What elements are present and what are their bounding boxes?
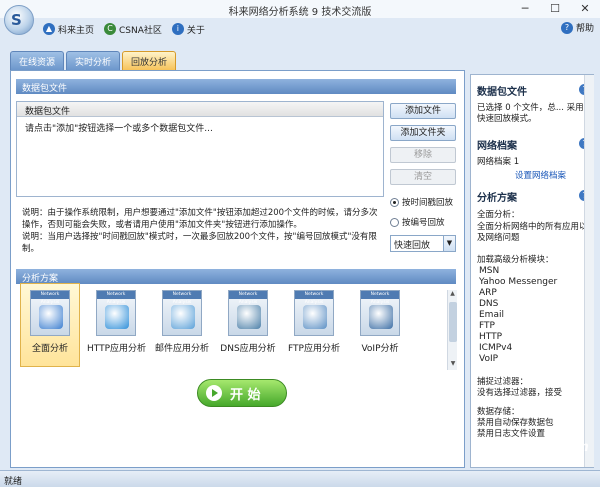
colasoft-home-icon: ▲ xyxy=(43,23,55,35)
scheme-label: 邮件应用分析 xyxy=(154,344,209,354)
magnifier-icon: Network Analysis xyxy=(30,290,70,336)
summary-files-text: 已选择 0 个文件，总... 采用快速回放模式。 xyxy=(477,103,584,124)
summary-modules-title: 加载高级分析模块： xyxy=(477,255,554,265)
file-list-column-header[interactable]: 数据包文件 xyxy=(17,102,383,117)
radio-label: 按编号回放 xyxy=(402,218,445,228)
close-button[interactable]: ✕ xyxy=(570,0,600,18)
summary-profile-text: 网络档案 1 xyxy=(477,157,520,167)
scheme-label: FTP应用分析 xyxy=(288,344,340,354)
scroll-down-icon[interactable]: ▼ xyxy=(448,360,458,370)
start-button[interactable]: 开 始 xyxy=(197,379,287,407)
watermark-logo: X 510.com xyxy=(512,440,589,455)
list-item: ARP xyxy=(479,288,497,298)
tab-realtime-analysis[interactable]: 实时分析 xyxy=(66,51,121,70)
menu-item-home[interactable]: ▲ 科来主页 xyxy=(40,23,97,36)
list-item: DNS xyxy=(479,299,499,309)
menu-item-community[interactable]: C CSNA社区 xyxy=(101,23,165,36)
remove-button[interactable]: 移除 xyxy=(390,147,456,163)
analysis-schemes-section-header: 分析方案 xyxy=(16,269,456,284)
summary-storage-text1: 禁用自动保存数据包 xyxy=(477,418,554,428)
scheme-scrollbar[interactable]: ▲ ▼ xyxy=(447,290,457,370)
list-item: FTP xyxy=(479,321,495,331)
title-bar: 科来网络分析系统 9 技术交流版 ─ ☐ ✕ xyxy=(0,0,600,18)
menu-bar: ▲ 科来主页 C CSNA社区 i 关于 xyxy=(40,20,208,38)
packet-files-section-header: 数据包文件 xyxy=(16,79,456,94)
list-item: Email xyxy=(479,310,504,320)
headset-icon: Network Analysis xyxy=(360,290,400,336)
note-playback-limit: 说明：当用户选择按"时间戳回放"模式时，一次最多回放200个文件，按"编号回放模… xyxy=(22,232,377,254)
chevron-down-icon[interactable]: ▼ xyxy=(443,236,455,251)
scheme-label: VoIP分析 xyxy=(361,344,399,354)
minimize-button[interactable]: ─ xyxy=(510,0,540,18)
scheme-label: DNS应用分析 xyxy=(220,344,276,354)
menu-item-label: 科来主页 xyxy=(58,25,95,36)
scheme-dns-analysis[interactable]: Network Analysis DNS应用分析 xyxy=(218,283,278,367)
packet-file-list[interactable]: 数据包文件 请点击"添加"按钮选择一个或多个数据包文件... xyxy=(16,101,384,197)
status-bar: 就绪 xyxy=(0,470,600,487)
summary-scheme-desc: 全面分析网络中的所有应用以及网络问题 xyxy=(477,222,588,243)
summary-filter-text: 没有选择过滤器，接受 xyxy=(477,388,563,398)
summary-storage-text2: 禁用日志文件设置 xyxy=(477,429,546,439)
scheme-full-analysis[interactable]: Network Analysis 全面分析 xyxy=(20,283,80,367)
scheme-label: HTTP应用分析 xyxy=(87,344,147,354)
analysis-scheme-list: Network Analysis 全面分析 Network Analysis H… xyxy=(16,283,446,373)
status-text: 就绪 xyxy=(4,477,23,487)
radio-selected-icon xyxy=(390,197,399,207)
mail-icon: Network Analysis xyxy=(162,290,202,336)
scheme-voip-analysis[interactable]: Network Analysis VoIP分析 xyxy=(350,283,410,367)
list-item: VoIP xyxy=(479,354,499,364)
summary-panel: 数据包文件 ? 已选择 0 个文件，总... 采用快速回放模式。 网络档案 ? … xyxy=(470,74,594,468)
scheme-label: 全面分析 xyxy=(31,344,68,354)
summary-storage-title: 数据存储： xyxy=(477,407,520,417)
main-tabs: 在线资源 实时分析 回放分析 xyxy=(10,51,177,70)
summary-profile-title: 网络档案 xyxy=(477,141,517,152)
note-file-limit: 说明：由于操作系统限制，用户想要通过"添加文件"按钮添加超过200个文件的时候，… xyxy=(22,208,378,230)
scheme-http-analysis[interactable]: Network Analysis HTTP应用分析 xyxy=(86,283,146,367)
file-list-hint: 请点击"添加"按钮选择一个或多个数据包文件... xyxy=(25,124,213,134)
help-label: 帮助 xyxy=(575,24,594,34)
csna-community-icon: C xyxy=(104,23,117,35)
playback-speed-select[interactable]: 快速回放 ▼ xyxy=(390,235,456,252)
radio-timestamp-playback[interactable]: 按时间戳回放 xyxy=(390,196,453,208)
maximize-button[interactable]: ☐ xyxy=(540,0,570,18)
tab-online-resources[interactable]: 在线资源 xyxy=(10,51,65,70)
app-logo-icon[interactable]: S xyxy=(4,5,34,35)
scheme-email-analysis[interactable]: Network Analysis 邮件应用分析 xyxy=(152,283,212,367)
globe-icon: Network Analysis xyxy=(96,290,136,336)
summary-scheme-name: 全面分析： xyxy=(477,210,520,220)
scroll-thumb[interactable] xyxy=(449,302,457,342)
menu-item-label: 关于 xyxy=(186,25,205,36)
list-item: HTTP xyxy=(479,332,503,342)
set-network-profile-link[interactable]: 设置网络档案 xyxy=(515,169,566,181)
start-button-label: 开 始 xyxy=(230,387,261,403)
scheme-ftp-analysis[interactable]: Network Analysis FTP应用分析 xyxy=(284,283,344,367)
tab-playback-analysis[interactable]: 回放分析 xyxy=(122,51,177,70)
ftp-network-icon: Network Analysis xyxy=(294,290,334,336)
list-item: MSN xyxy=(479,266,500,276)
summary-scrollbar[interactable] xyxy=(584,75,594,467)
summary-filter-title: 捕捉过滤器： xyxy=(477,377,529,387)
scroll-up-icon[interactable]: ▲ xyxy=(448,290,457,300)
summary-scheme-title: 分析方案 xyxy=(477,193,517,204)
play-icon xyxy=(206,385,222,401)
add-file-button[interactable]: 添加文件 xyxy=(390,103,456,119)
radio-number-playback[interactable]: 按编号回放 xyxy=(390,216,445,228)
clear-button[interactable]: 清空 xyxy=(390,169,456,185)
radio-label: 按时间戳回放 xyxy=(402,198,454,208)
menu-item-about[interactable]: i 关于 xyxy=(169,23,208,36)
dns-server-icon: Network Analysis xyxy=(228,290,268,336)
menu-item-label: CSNA社区 xyxy=(119,25,162,36)
list-item: Yahoo Messenger xyxy=(479,277,558,287)
add-folder-button[interactable]: 添加文件夹 xyxy=(390,125,456,141)
help-icon: ? xyxy=(560,21,573,34)
help-button[interactable]: ? 帮助 xyxy=(560,21,594,34)
summary-files-title: 数据包文件 xyxy=(477,87,527,98)
info-icon: i xyxy=(171,23,184,35)
list-item: ICMPv4 xyxy=(479,343,513,353)
radio-unselected-icon xyxy=(390,217,399,227)
playback-speed-value: 快速回放 xyxy=(394,241,431,251)
module-list: MSN Yahoo Messenger ARP DNS Email FTP HT… xyxy=(479,266,593,365)
